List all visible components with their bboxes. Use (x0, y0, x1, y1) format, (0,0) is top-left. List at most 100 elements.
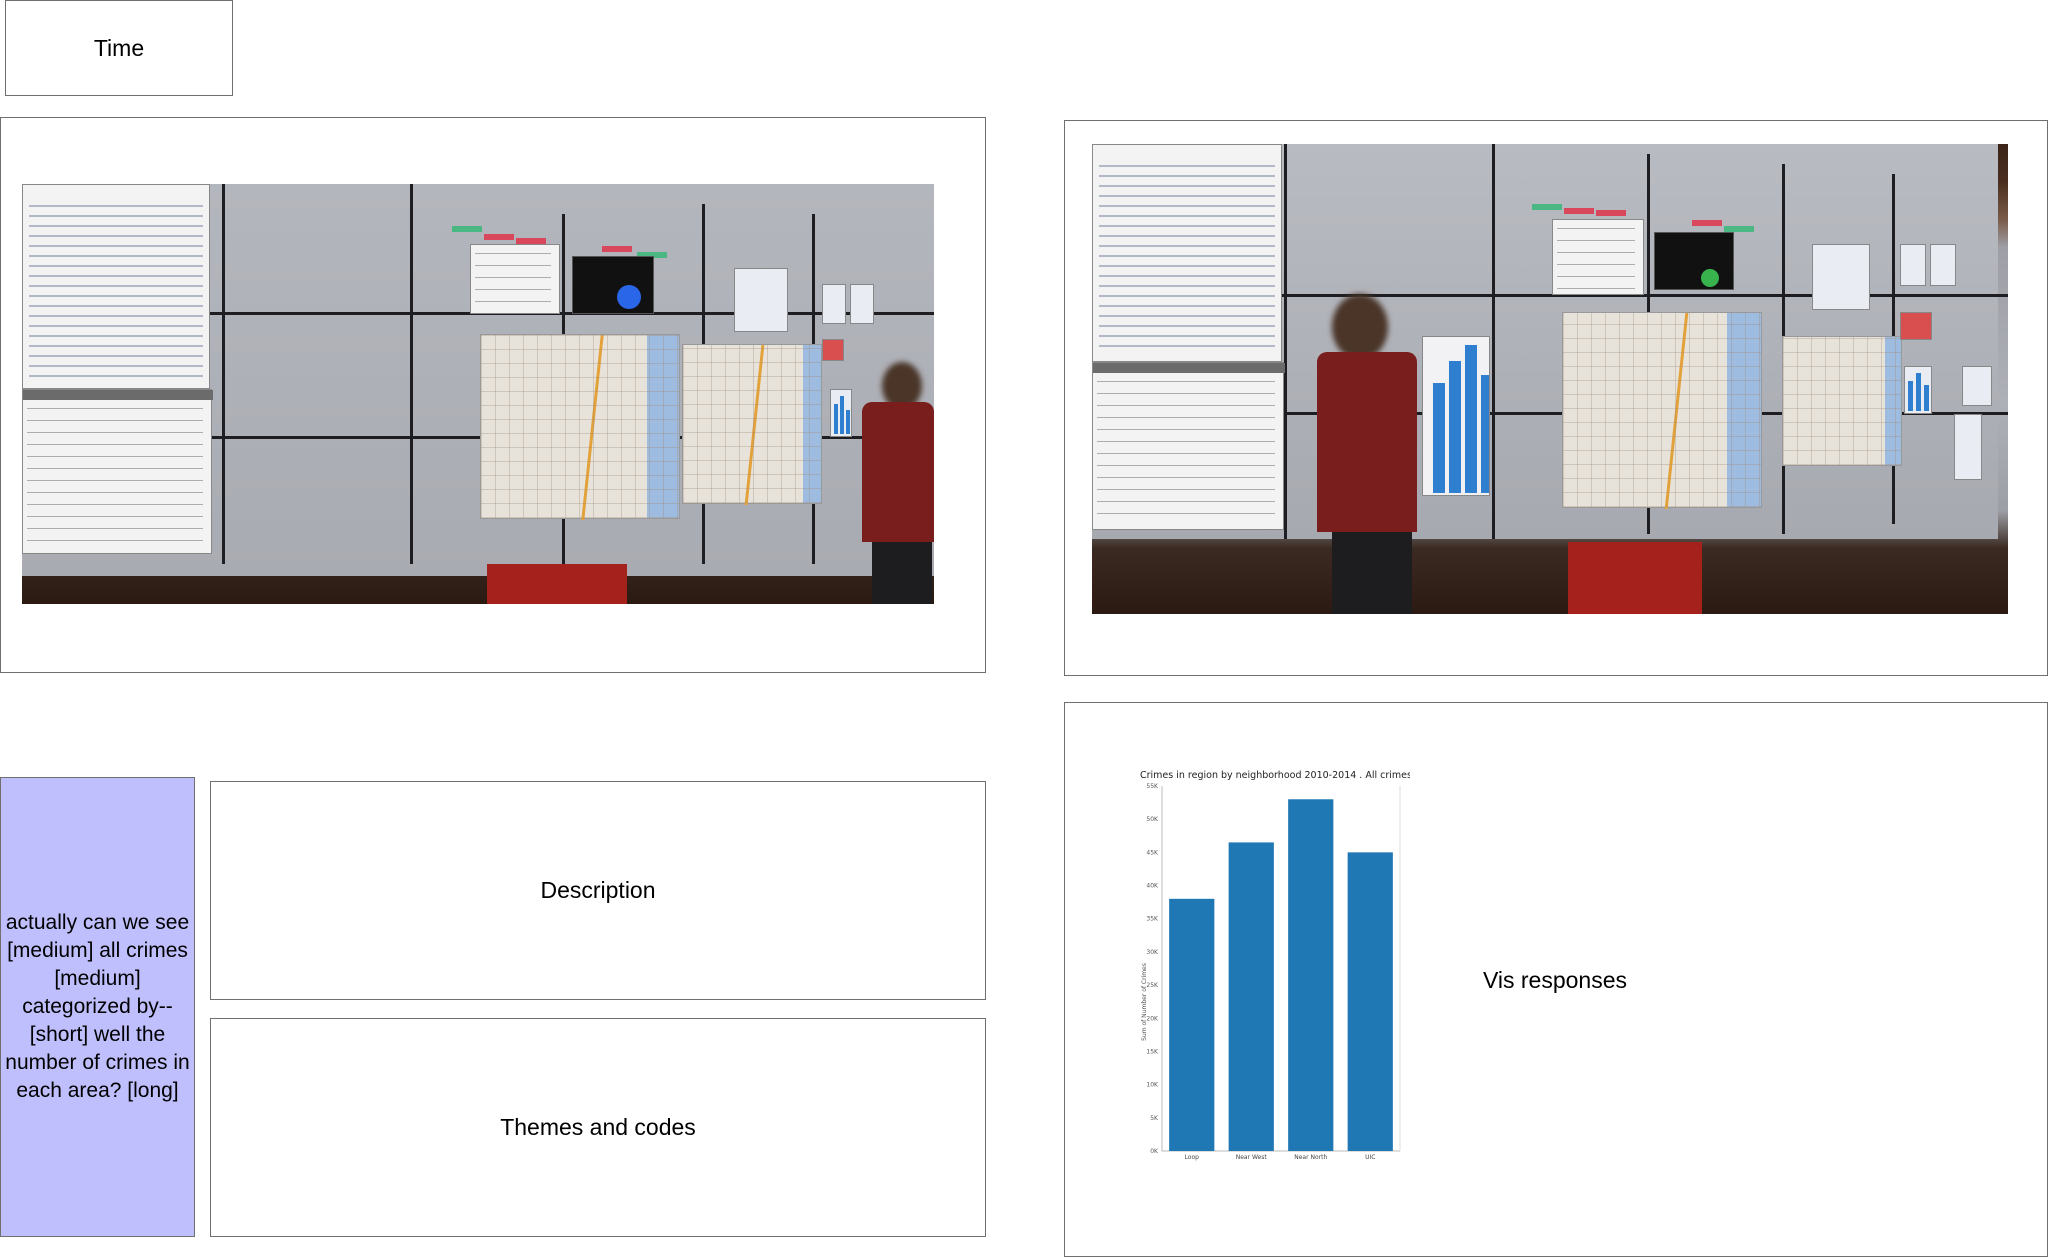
description-file-window (1092, 362, 1285, 530)
road (581, 335, 604, 520)
photo-panel-right (1064, 120, 2048, 676)
person-legs (872, 542, 932, 604)
description-text (1097, 381, 1275, 523)
description-box: Description (210, 781, 986, 1000)
road (1664, 313, 1689, 509)
tab-marker (602, 246, 632, 252)
response-dialog (572, 256, 654, 314)
lake (1727, 313, 1761, 507)
x-tick-label: UIC (1365, 1154, 1375, 1161)
themes-box: Themes and codes (210, 1018, 986, 1237)
wall-bar (1433, 383, 1445, 493)
y-tick-label: 0K (1150, 1148, 1159, 1155)
vis-responses-label: Vis responses (1482, 966, 1628, 993)
y-axis-label: Sum of Number of Crimes (1141, 963, 1148, 1041)
list-window (1552, 219, 1644, 295)
list-text (475, 253, 551, 309)
chart-title: Crimes in region by neighborhood 2010-20… (1140, 770, 1410, 781)
mini-heatmap (822, 339, 844, 361)
response-dialog (1654, 232, 1734, 290)
status-circle (1701, 269, 1719, 287)
chart-bars (1169, 799, 1393, 1151)
lake (647, 335, 679, 518)
wall-photo-left (22, 184, 934, 604)
bar-uic (1347, 852, 1393, 1151)
y-tick-label: 5K (1150, 1115, 1159, 1122)
mini-bar (1916, 373, 1921, 411)
evl-sign (487, 564, 627, 604)
mini-chart (1930, 244, 1956, 286)
window-title-bar (1093, 363, 1285, 373)
list-window (470, 244, 560, 314)
tab-marker (484, 234, 514, 240)
mini-bar (1908, 381, 1913, 411)
time-label-box: Time (5, 0, 233, 96)
lake (1885, 337, 1901, 465)
themes-label: Themes and codes (500, 1114, 696, 1140)
wall-bar (1481, 375, 1489, 493)
y-tick-label: 10K (1146, 1082, 1159, 1089)
wall-bar (1449, 361, 1461, 493)
tab-marker (1532, 204, 1562, 210)
bar-near-north (1288, 799, 1334, 1151)
description-table (1099, 165, 1275, 353)
mini-heatmap (1900, 312, 1932, 340)
tab-marker (1692, 220, 1722, 226)
time-label: Time (93, 34, 145, 61)
quote-text: actually can we see [medium] all crimes … (5, 911, 190, 1102)
tab-marker (452, 226, 482, 232)
y-tick-label: 20K (1146, 1015, 1159, 1022)
description-table (29, 205, 203, 380)
y-tick-label: 45K (1146, 849, 1159, 856)
tab-marker (1564, 208, 1594, 214)
lake (803, 345, 821, 503)
y-tick-label: 40K (1146, 883, 1159, 890)
road (744, 345, 765, 505)
mini-bar (846, 410, 850, 434)
window-title-bar (23, 390, 213, 400)
person-head (1332, 294, 1388, 360)
mini-bar (840, 396, 844, 434)
mini-chart (850, 284, 874, 324)
description-window (22, 184, 210, 389)
mini-pie-chart (1962, 366, 1992, 406)
description-text (27, 408, 203, 547)
crime-map (682, 344, 822, 505)
bar-loop (1169, 898, 1215, 1151)
description-window (1092, 144, 1282, 362)
wall-bar (1465, 345, 1477, 493)
description-label: Description (540, 877, 656, 903)
wall-bar-chart (1422, 336, 1490, 496)
wall-photo-right (1092, 144, 2008, 614)
bar-near-west (1228, 842, 1274, 1151)
person-body (862, 402, 934, 542)
y-tick-label: 50K (1146, 816, 1159, 823)
x-tick-label: Loop (1185, 1154, 1200, 1161)
mini-map (734, 268, 788, 332)
bezel-line (1284, 144, 1287, 539)
mini-bar-chart (1954, 414, 1982, 480)
person-legs (1332, 532, 1412, 614)
y-tick-label: 55K (1146, 783, 1159, 790)
y-tick-label: 30K (1146, 949, 1159, 956)
person-body (1317, 352, 1417, 532)
crimes-bar-chart: Crimes in region by neighborhood 2010-20… (1140, 770, 1410, 1161)
status-circle (617, 285, 641, 309)
bezel-line (1492, 144, 1495, 539)
evl-sign (1568, 542, 1702, 614)
list-text (1557, 228, 1635, 290)
y-tick-label: 35K (1146, 916, 1159, 923)
mini-chart (1900, 244, 1926, 286)
y-tick-label: 25K (1146, 982, 1159, 989)
mini-bar-chart (1904, 366, 1932, 414)
description-file-window (22, 389, 213, 554)
bezel-line (410, 184, 413, 564)
crime-map (1782, 336, 1902, 466)
mini-map (1812, 244, 1870, 310)
mini-bar (1924, 385, 1929, 411)
y-tick-label: 15K (1146, 1048, 1159, 1055)
tab-marker (1596, 210, 1626, 216)
x-tick-label: Near West (1236, 1154, 1268, 1161)
mini-chart (822, 284, 846, 324)
mini-bar (834, 404, 838, 434)
